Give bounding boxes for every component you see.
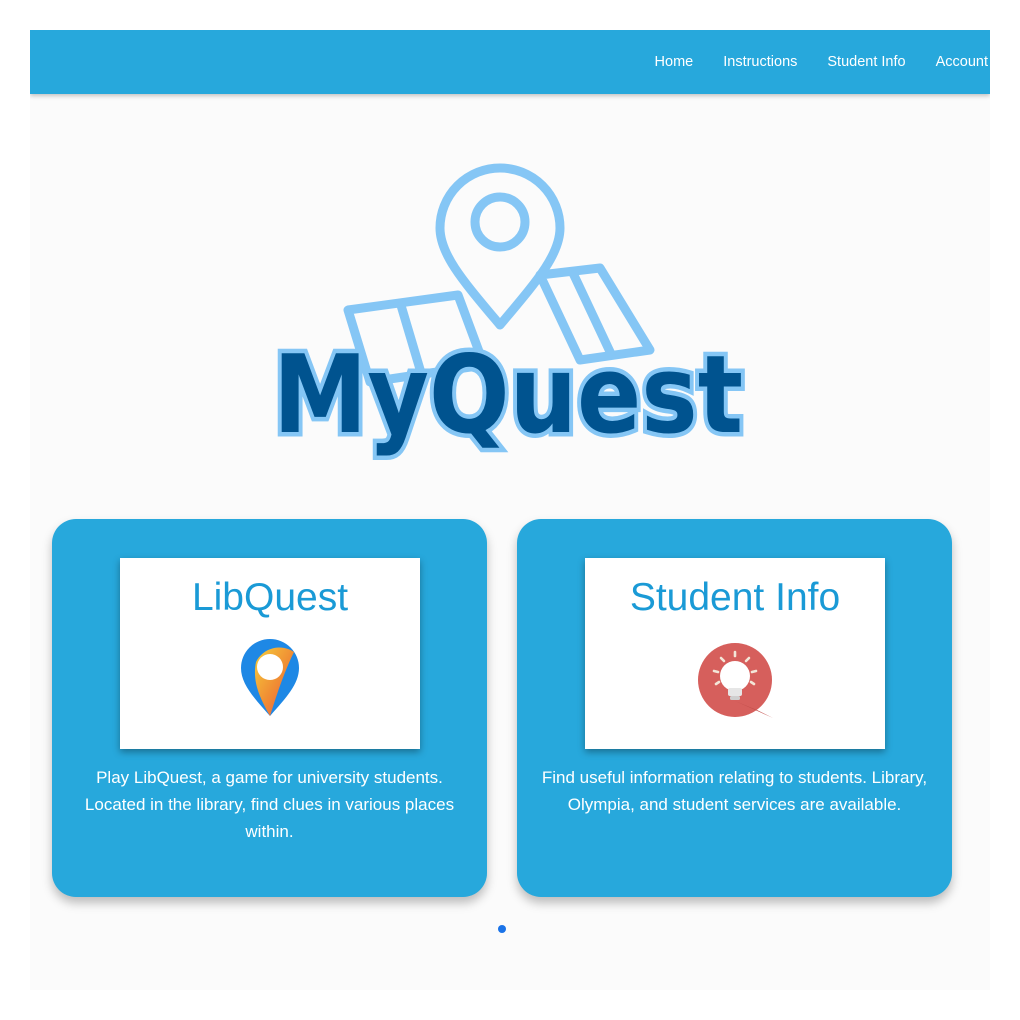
nav-home-link[interactable]: Home	[655, 54, 694, 70]
map-pin-icon	[241, 639, 299, 716]
app-window: Home Instructions Student Info Account M…	[30, 30, 990, 990]
nav-account-link[interactable]: Account	[936, 54, 988, 70]
carousel-page-dot[interactable]	[498, 925, 506, 933]
logo-wordmark: MyQuest	[273, 333, 743, 458]
student-info-title: Student Info	[629, 576, 841, 619]
student-info-description: Find useful information relating to stud…	[541, 768, 928, 814]
myquest-logo: MyQuest	[269, 163, 748, 463]
nav-links: Home Instructions Student Info Account	[625, 30, 988, 94]
top-navbar: Home Instructions Student Info Account	[30, 30, 990, 94]
lightbulb-icon	[698, 643, 773, 718]
student-info-card-header: Student Info	[585, 558, 885, 749]
libquest-description: Play LibQuest, a game for university stu…	[84, 768, 455, 841]
libquest-title: LibQuest	[191, 576, 349, 619]
libquest-card[interactable]: LibQuest Play LibQuest, a game for unive…	[52, 519, 487, 897]
nav-instructions-link[interactable]: Instructions	[723, 54, 797, 70]
nav-student-info-link[interactable]: Student Info	[827, 54, 905, 70]
libquest-card-header: LibQuest	[120, 558, 420, 749]
student-info-card[interactable]: Student Info Find useful information rel…	[517, 519, 952, 897]
